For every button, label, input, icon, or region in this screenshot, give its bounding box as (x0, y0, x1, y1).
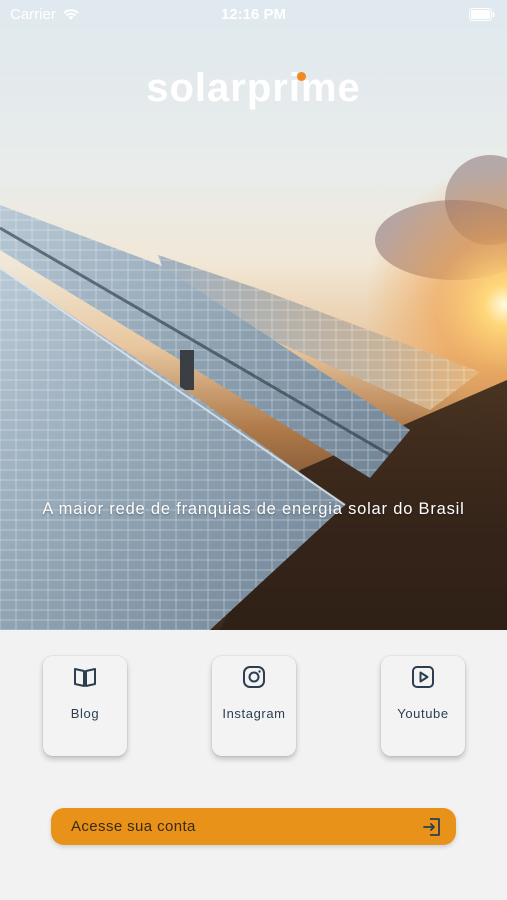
youtube-button[interactable]: Youtube (381, 656, 465, 756)
logo-dot (297, 72, 306, 81)
instagram-icon (243, 666, 265, 688)
hero-banner: Carrier 12:16 PM solarprime A maior rede… (0, 0, 507, 630)
status-bar: Carrier 12:16 PM (0, 0, 507, 30)
tagline: A maior rede de franquias de energia sol… (42, 500, 465, 518)
blog-label: Blog (70, 706, 100, 721)
battery-icon (469, 8, 495, 21)
blog-button[interactable]: Blog (43, 656, 127, 756)
instagram-button[interactable]: Instagram (212, 656, 296, 756)
login-icon (423, 818, 440, 836)
youtube-label: Youtube (397, 706, 449, 721)
login-button[interactable]: Acesse sua conta (51, 808, 456, 845)
status-time: 12:16 PM (220, 6, 287, 23)
login-button-label: Acesse sua conta (71, 818, 196, 835)
instagram-label: Instagram (222, 706, 286, 721)
youtube-icon (412, 666, 434, 688)
app-logo: solarprime (146, 66, 361, 110)
book-icon (74, 668, 96, 687)
